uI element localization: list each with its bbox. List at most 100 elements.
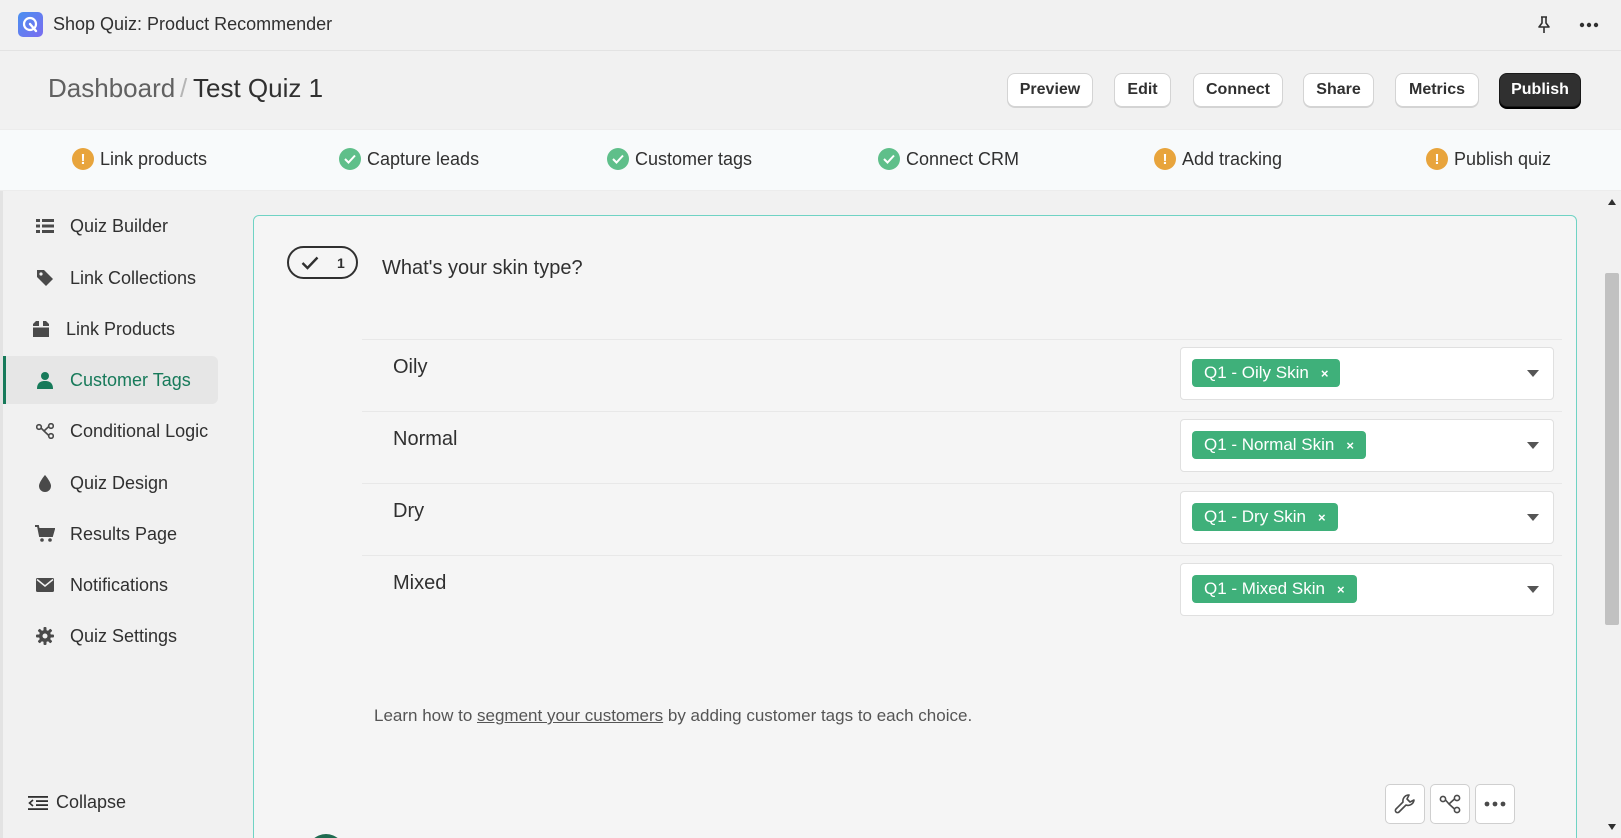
help-text-suffix: by adding customer tags to each choice. [663,706,973,725]
sidebar-item-label: Results Page [70,523,178,544]
wrench-button[interactable] [1385,784,1425,824]
tag-icon [34,267,56,289]
sidebar-item-quiz-builder[interactable]: Quiz Builder [6,202,221,250]
sidebar-item-link-products[interactable]: Link Products [6,305,221,353]
tag-select-dropdown[interactable]: Q1 - Dry Skin × [1180,491,1554,544]
app-logo-icon [18,12,43,37]
tag-select-dropdown[interactable]: Q1 - Normal Skin × [1180,419,1554,472]
preview-button[interactable]: Preview [1007,73,1093,107]
segment-customers-link[interactable]: segment your customers [477,706,663,725]
choice-row: Dry Q1 - Dry Skin × [362,483,1562,555]
choice-row: Normal Q1 - Normal Skin × [362,411,1562,483]
droplet-icon [34,472,56,494]
check-circle-icon [607,148,629,170]
vertical-scrollbar[interactable] [1603,191,1621,838]
sidebar-item-customer-tags[interactable]: Customer Tags [3,356,218,404]
scrollbar-thumb[interactable] [1605,273,1619,625]
sidebar-item-conditional-logic[interactable]: Conditional Logic [6,407,221,455]
warning-icon: ! [72,148,94,170]
tag-chip: Q1 - Normal Skin × [1192,431,1366,459]
step-label: Link products [100,148,208,169]
choice-row: Oily Q1 - Oily Skin × [362,339,1562,411]
breadcrumb-separator: / [180,73,188,103]
warning-icon: ! [1154,148,1176,170]
step-customer-tags[interactable]: Customer tags [607,146,752,172]
main-content: 1 What's your skin type? Oily Q1 - Oily … [228,191,1603,838]
metrics-button[interactable]: Metrics [1395,73,1479,107]
step-label: Add tracking [1182,148,1283,169]
collapse-sidebar-button[interactable]: Collapse [28,792,126,813]
question-card: 1 What's your skin type? Oily Q1 - Oily … [253,215,1577,838]
step-add-tracking[interactable]: ! Add tracking [1154,146,1282,172]
chevron-down-icon[interactable] [1527,586,1539,593]
tag-chip-label: Q1 - Mixed Skin [1204,579,1325,598]
chevron-down-icon[interactable] [1527,514,1539,521]
cart-icon [34,523,56,545]
choice-label: Mixed [393,572,447,594]
sidebar-item-quiz-design[interactable]: Quiz Design [6,459,221,507]
step-label: Capture leads [367,148,480,169]
chevron-down-icon[interactable] [1527,442,1539,449]
step-capture-leads[interactable]: Capture leads [339,146,479,172]
sidebar-item-label: Quiz Builder [70,215,169,236]
page-title: Test Quiz 1 [193,73,324,103]
warning-icon: ! [1426,148,1448,170]
tag-chip: Q1 - Oily Skin × [1192,359,1341,387]
edit-button[interactable]: Edit [1114,73,1171,107]
check-circle-icon [339,148,361,170]
mail-icon [34,574,56,596]
publish-button[interactable]: Publish [1499,73,1581,107]
check-icon [301,256,319,270]
scroll-down-arrow-icon[interactable] [1608,824,1616,830]
remove-tag-icon[interactable]: × [1321,366,1329,381]
branch-icon [1439,794,1461,814]
step-link-products[interactable]: ! Link products [72,146,207,172]
next-question-badge[interactable] [307,834,345,838]
check-circle-icon [878,148,900,170]
tag-select-dropdown[interactable]: Q1 - Mixed Skin × [1180,563,1554,616]
collapse-label: Collapse [56,792,127,812]
help-text-prefix: Learn how to [374,706,478,725]
tag-select-dropdown[interactable]: Q1 - Oily Skin × [1180,347,1554,400]
remove-tag-icon[interactable]: × [1346,438,1354,453]
step-label: Publish quiz [1454,148,1552,169]
more-options-button[interactable] [1475,784,1515,824]
sidebar-nav: Quiz Builder Link Collections Link Produ… [0,191,228,838]
more-horizontal-icon[interactable] [1577,13,1601,37]
tag-chip: Q1 - Dry Skin × [1192,503,1338,531]
remove-tag-icon[interactable]: × [1337,582,1345,597]
list-icon [34,215,56,237]
step-label: Customer tags [635,148,753,169]
app-title: Shop Quiz: Product Recommender [53,14,333,34]
step-connect-crm[interactable]: Connect CRM [878,146,1019,172]
sidebar-item-label: Quiz Settings [70,625,178,646]
question-number-badge[interactable]: 1 [287,246,358,279]
choice-label: Dry [393,500,425,522]
sidebar-item-results-page[interactable]: Results Page [6,510,221,558]
tag-chip-label: Q1 - Dry Skin [1204,507,1307,526]
breadcrumb-dashboard-link[interactable]: Dashboard [48,73,175,104]
share-button[interactable]: Share [1303,73,1374,107]
more-horizontal-icon [1484,801,1506,807]
sidebar-item-label: Notifications [70,574,169,595]
chevron-down-icon[interactable] [1527,370,1539,377]
sidebar-item-label: Customer Tags [70,369,191,390]
help-text: Learn how to segment your customers by a… [374,706,972,726]
pin-icon[interactable] [1532,13,1556,37]
question-title: What's your skin type? [382,257,583,279]
branch-icon [34,420,56,442]
scroll-up-arrow-icon[interactable] [1608,199,1616,205]
sidebar-item-link-collections[interactable]: Link Collections [6,254,221,302]
sidebar-item-quiz-settings[interactable]: Quiz Settings [6,612,221,660]
remove-tag-icon[interactable]: × [1318,510,1326,525]
tag-chip-label: Q1 - Normal Skin [1204,435,1335,454]
setup-steps-bar: ! Link products Capture leads Customer t… [0,129,1621,191]
sidebar-item-label: Link Collections [70,267,197,288]
wrench-icon [1394,794,1415,814]
gear-icon [34,625,56,647]
logic-button[interactable] [1430,784,1470,824]
person-icon [34,369,56,391]
step-publish-quiz[interactable]: ! Publish quiz [1426,146,1551,172]
connect-button[interactable]: Connect [1193,73,1283,107]
sidebar-item-notifications[interactable]: Notifications [6,561,221,609]
